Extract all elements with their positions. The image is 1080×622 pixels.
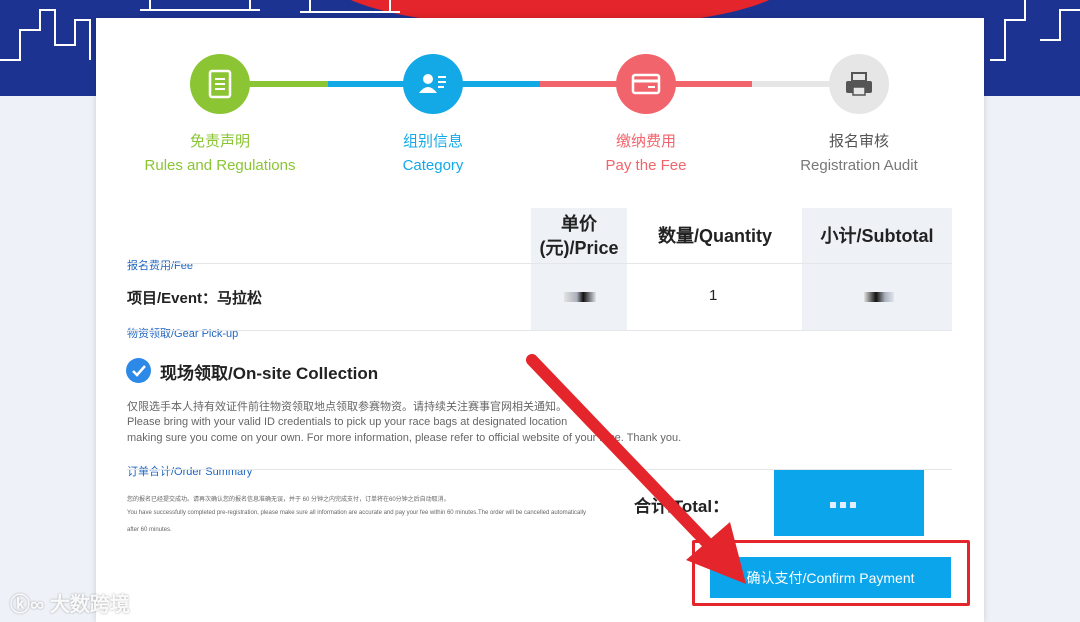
total-amount-redacted [774, 470, 924, 536]
checkmark-icon [131, 364, 146, 377]
step-label-en: Pay the Fee [605, 157, 687, 174]
onsite-collection-label[interactable]: 现场领取/On-site Collection [160, 359, 378, 384]
price-header: 单价 (元)/Price [531, 212, 627, 260]
step-label-en: Category [402, 157, 464, 174]
gear-note-cn: 仅限选手本人持有效证件前往物资领取地点领取参赛物资。请持续关注赛事官网相关通知。 [127, 401, 567, 413]
subtotal-value-redacted [864, 292, 894, 302]
highlight-box [692, 540, 970, 606]
step-audit [829, 54, 889, 114]
step-label-cn: 缴纳费用 [615, 133, 676, 150]
summary-note-en: after 60 minutes. [127, 527, 172, 533]
fee-section-title: 报名费用/Fee [127, 260, 194, 272]
user-card-icon [419, 74, 446, 93]
quantity-header: 数量/Quantity [657, 226, 772, 246]
total-label: 合计/Total： [634, 497, 730, 516]
gear-section-title: 物资领取/Gear Pick-up [127, 328, 239, 340]
watermark: ⓚ∞ 大数跨境 [10, 588, 130, 617]
subtotal-header: 小计/Subtotal [820, 226, 934, 246]
step-label-cn: 报名审核 [828, 133, 889, 150]
price-value-redacted [564, 292, 596, 302]
printer-icon [846, 72, 872, 96]
step-rules [190, 54, 250, 114]
price-header-line1: 单价 [561, 214, 597, 234]
gear-note-en: Please bring with your valid ID credenti… [127, 416, 568, 428]
document-icon [208, 69, 232, 99]
step-label-en: Registration Audit [800, 157, 918, 174]
step-label-cn: 组别信息 [402, 133, 463, 150]
summary-note-en: You have successfully completed pre-regi… [127, 510, 587, 516]
watermark-text: 大数跨境 [49, 594, 130, 616]
gear-note-en: making sure you come on your own. For mo… [127, 432, 682, 444]
event-name: 项目/Event：马拉松 [127, 290, 263, 307]
summary-note-cn: 您的报名已经提交成功。请再次确认您的报名信息准确无误，并于 60 分钟之内完成支… [127, 497, 450, 503]
credit-card-icon [631, 73, 661, 95]
quantity-value: 1 [709, 287, 718, 304]
step-label-cn: 免责声明 [189, 133, 250, 150]
onsite-collection-checkbox[interactable] [126, 358, 151, 383]
watermark-logo-icon: ⓚ∞ [10, 594, 50, 616]
step-pay-fee [616, 54, 676, 114]
step-label-en: Rules and Regulations [144, 157, 296, 174]
divider [127, 263, 952, 264]
step-category [403, 54, 463, 114]
summary-section-title: 订单合计/Order Summary [127, 466, 253, 478]
price-header-line2: (元)/Price [539, 238, 619, 258]
divider [127, 330, 952, 331]
